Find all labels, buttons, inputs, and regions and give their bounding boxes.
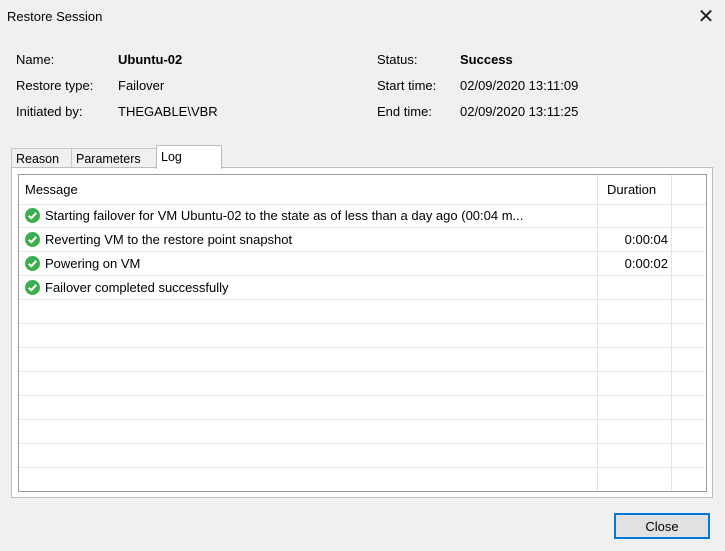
log-duration: 0:00:04 bbox=[624, 232, 668, 247]
close-icon[interactable]: ✕ bbox=[693, 4, 719, 28]
log-row[interactable]: Failover completed successfully bbox=[19, 276, 706, 300]
start-time-value: 02/09/2020 13:11:09 bbox=[460, 78, 579, 93]
empty-row bbox=[19, 468, 706, 491]
log-message: Reverting VM to the restore point snapsh… bbox=[45, 232, 293, 247]
log-duration: 0:00:02 bbox=[624, 256, 668, 271]
log-table-header: Message Duration bbox=[19, 175, 706, 205]
log-row[interactable]: Starting failover for VM Ubuntu-02 to th… bbox=[19, 204, 706, 228]
end-time-value: 02/09/2020 13:11:25 bbox=[460, 104, 579, 119]
initiated-by-label: Initiated by: bbox=[16, 104, 83, 119]
log-table[interactable]: Message Duration Starting failover for V… bbox=[18, 174, 707, 492]
empty-row bbox=[19, 396, 706, 420]
empty-row bbox=[19, 444, 706, 468]
empty-row bbox=[19, 324, 706, 348]
initiated-by-value: THEGABLE\VBR bbox=[118, 104, 218, 119]
empty-row bbox=[19, 348, 706, 372]
status-value: Success bbox=[460, 52, 513, 67]
log-message: Powering on VM bbox=[45, 256, 141, 271]
empty-row bbox=[19, 372, 706, 396]
column-header-duration[interactable]: Duration bbox=[607, 182, 656, 197]
success-check-icon bbox=[25, 280, 40, 295]
log-panel: Message Duration Starting failover for V… bbox=[11, 167, 713, 498]
name-label: Name: bbox=[16, 52, 55, 67]
log-message: Failover completed successfully bbox=[45, 280, 229, 295]
empty-row bbox=[19, 300, 706, 324]
log-row[interactable]: Reverting VM to the restore point snapsh… bbox=[19, 228, 706, 252]
start-time-label: Start time: bbox=[377, 78, 437, 93]
success-check-icon bbox=[25, 208, 40, 223]
status-label: Status: bbox=[377, 52, 418, 67]
close-button[interactable]: Close bbox=[614, 513, 710, 539]
success-check-icon bbox=[25, 256, 40, 271]
success-check-icon bbox=[25, 232, 40, 247]
restore-type-label: Restore type: bbox=[16, 78, 94, 93]
column-header-message[interactable]: Message bbox=[25, 182, 78, 197]
log-message: Starting failover for VM Ubuntu-02 to th… bbox=[45, 208, 524, 223]
restore-type-value: Failover bbox=[118, 78, 165, 93]
tab-reason[interactable]: Reason bbox=[11, 148, 72, 168]
window-title: Restore Session bbox=[7, 9, 103, 24]
tab-log[interactable]: Log bbox=[156, 145, 222, 169]
empty-row bbox=[19, 420, 706, 444]
tab-parameters[interactable]: Parameters bbox=[71, 148, 157, 168]
log-row[interactable]: Powering on VM 0:00:02 bbox=[19, 252, 706, 276]
name-value: Ubuntu-02 bbox=[118, 52, 183, 67]
end-time-label: End time: bbox=[377, 104, 432, 119]
title-bar: Restore Session ✕ bbox=[0, 0, 725, 34]
